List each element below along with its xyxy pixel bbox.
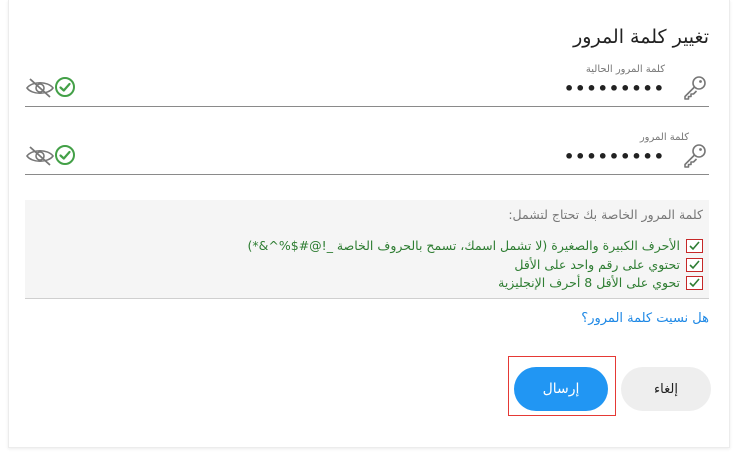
requirement-text: الأحرف الكبيرة والصغيرة (لا تشمل اسمك، ت… <box>247 238 680 253</box>
check-circle-icon <box>55 77 75 97</box>
eye-off-icon[interactable] <box>25 144 55 168</box>
dialog-title: تغيير كلمة المرور <box>573 26 709 48</box>
check-icon <box>686 238 703 253</box>
requirement-text: تحتوي على رقم واحد على الأقل <box>514 257 680 272</box>
cancel-button[interactable]: إلغاء <box>621 367 711 411</box>
key-icon <box>684 76 706 100</box>
new-password-field[interactable]: كلمة المرور ••••••••• <box>25 132 709 175</box>
check-circle-icon <box>55 145 75 165</box>
submit-highlight-frame: إرسال <box>508 356 616 416</box>
requirement-text: تحوي على الأقل 8 أحرف الإنجليزية <box>498 275 680 290</box>
submit-button[interactable]: إرسال <box>514 367 608 411</box>
check-icon <box>686 275 703 290</box>
password-requirements: كلمة المرور الخاصة بك تحتاج لتشمل: الأحر… <box>25 200 709 299</box>
requirement-item: الأحرف الكبيرة والصغيرة (لا تشمل اسمك، ت… <box>248 238 703 253</box>
forgot-password-link[interactable]: هل نسيت كلمة المرور؟ <box>581 311 709 326</box>
key-icon <box>684 144 706 168</box>
requirement-item: تحتوي على رقم واحد على الأقل <box>514 257 703 272</box>
check-icon <box>686 257 703 272</box>
current-password-field[interactable]: كلمة المرور الحالية ••••••••• <box>25 64 709 107</box>
requirements-title: كلمة المرور الخاصة بك تحتاج لتشمل: <box>508 207 703 222</box>
current-password-value[interactable]: ••••••••• <box>564 79 665 98</box>
current-password-label: كلمة المرور الحالية <box>585 64 665 75</box>
eye-off-icon[interactable] <box>25 76 55 100</box>
requirement-item: تحوي على الأقل 8 أحرف الإنجليزية <box>498 275 703 290</box>
new-password-value[interactable]: ••••••••• <box>564 147 665 166</box>
change-password-dialog: تغيير كلمة المرور كلمة المرور الحالية ••… <box>8 0 730 448</box>
